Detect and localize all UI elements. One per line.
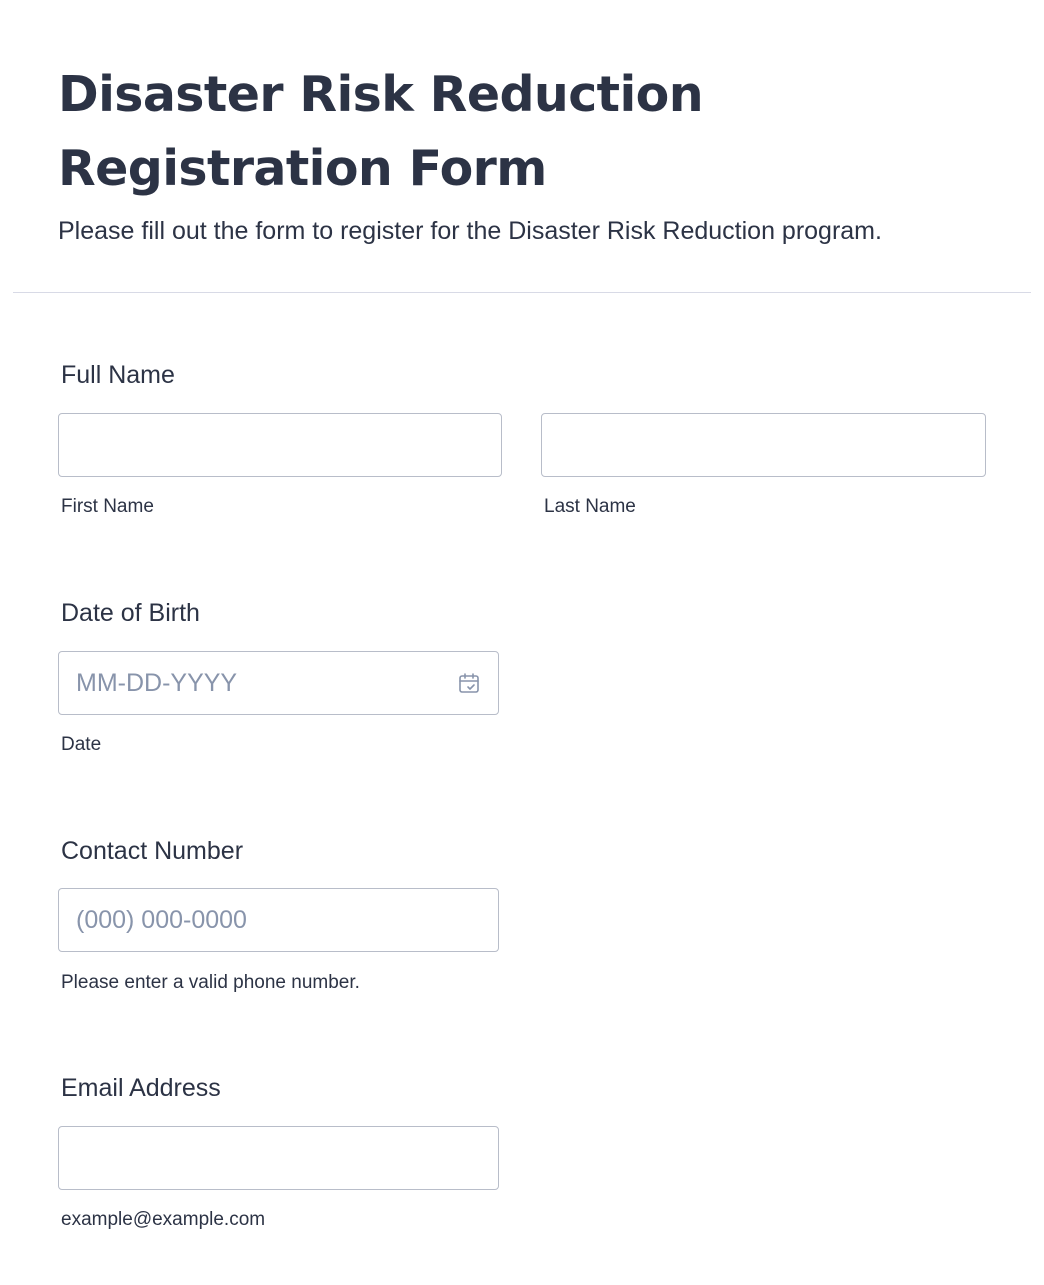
date-of-birth-label: Date of Birth — [61, 599, 200, 627]
calendar-icon[interactable] — [457, 671, 481, 695]
last-name-sublabel: Last Name — [544, 496, 636, 517]
form-subtitle: Please fill out the form to register for… — [58, 217, 882, 245]
email-input[interactable] — [58, 1126, 499, 1190]
email-address-label: Email Address — [61, 1074, 221, 1102]
date-sublabel: Date — [61, 734, 102, 755]
date-of-birth-placeholder: MM-DD-YYYY — [76, 669, 238, 697]
last-name-input[interactable] — [541, 413, 986, 477]
form-header: Disaster Risk Reduction Registration For… — [58, 58, 1018, 248]
first-name-sublabel: First Name — [61, 496, 154, 517]
phone-sublabel: Please enter a valid phone number. — [61, 972, 360, 993]
email-sublabel: example@example.com — [61, 1209, 266, 1230]
form-title: Disaster Risk Reduction Registration For… — [58, 66, 704, 197]
contact-number-placeholder: (000) 000-0000 — [76, 906, 247, 934]
header-divider — [13, 292, 1031, 293]
date-of-birth-input[interactable]: MM-DD-YYYY — [58, 651, 499, 715]
contact-number-input[interactable]: (000) 000-0000 — [58, 888, 499, 952]
contact-number-label: Contact Number — [61, 837, 244, 865]
first-name-input[interactable] — [58, 413, 502, 477]
full-name-label: Full Name — [61, 361, 175, 389]
